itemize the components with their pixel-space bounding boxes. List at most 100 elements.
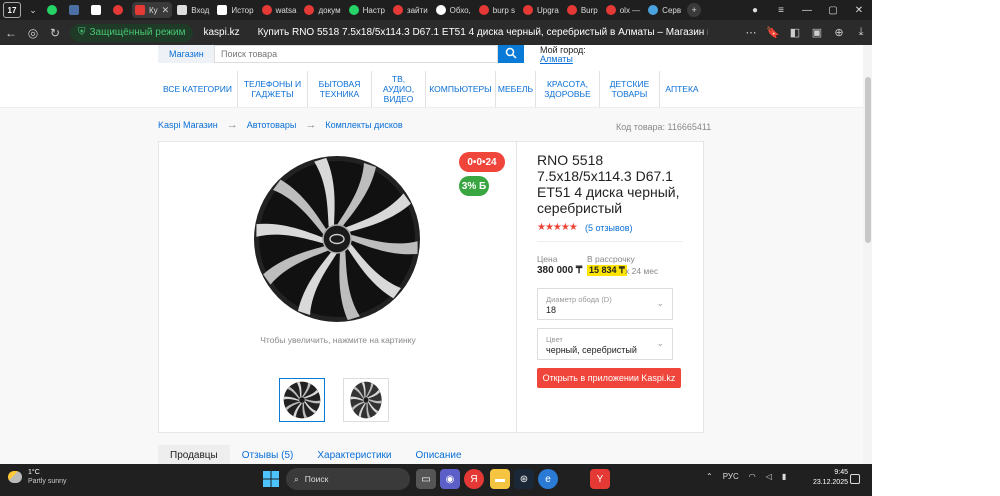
domain[interactable]: kaspi.kz <box>203 27 239 38</box>
search-button[interactable] <box>498 45 524 63</box>
tab-service[interactable]: Серв <box>645 2 684 18</box>
tab-settings[interactable]: Настр <box>346 2 388 18</box>
secure-mode-badge[interactable]: ⛨ Защищённый режим <box>70 23 194 42</box>
nav-phones[interactable]: ТЕЛЕФОНЫ И ГАДЖЕТЫ <box>238 71 308 107</box>
tab-bypass[interactable]: Обхо, <box>433 2 474 18</box>
nav-beauty[interactable]: КРАСОТА, ЗДОРОВЬЕ <box>536 71 600 107</box>
close-icon[interactable]: ✕ <box>162 5 170 16</box>
new-tab-plus-icon[interactable]: + <box>687 3 702 17</box>
wheel-image[interactable] <box>252 154 422 324</box>
steam-icon[interactable]: ⊛ <box>514 469 534 489</box>
tab-specifications[interactable]: Характеристики <box>305 445 403 464</box>
nav-tv-audio[interactable]: ТВ, АУДИО, ВИДЕО <box>372 71 426 107</box>
file-explorer-icon[interactable]: ▬ <box>490 469 510 489</box>
wifi-icon[interactable]: ◠ <box>749 472 756 481</box>
diameter-label: Диаметр обода (D) <box>546 295 612 304</box>
windows-start-icon[interactable] <box>263 471 279 487</box>
price-label: Цена <box>537 254 558 264</box>
clock[interactable]: 9:45 23.12.2025 <box>812 468 848 488</box>
breadcrumb-item[interactable]: Автотовары <box>247 120 297 130</box>
notification-icon[interactable] <box>850 474 860 484</box>
language-indicator[interactable]: РУС <box>723 472 739 481</box>
tab-label: Обхо, <box>449 5 471 15</box>
nav-appliances[interactable]: БЫТОВАЯ ТЕХНИКА <box>308 71 372 107</box>
tab-burp-s[interactable]: burp s <box>476 2 518 18</box>
nav-computers[interactable]: КОМПЬЮТЕРЫ <box>426 71 496 107</box>
tab-description[interactable]: Описание <box>404 445 474 464</box>
task-view-icon[interactable]: ▭ <box>416 469 436 489</box>
tab-watsa[interactable]: watsa <box>259 2 300 18</box>
scrollbar-thumb[interactable] <box>865 77 871 243</box>
tab-counter[interactable]: 17 <box>3 2 21 18</box>
page-title[interactable]: Купить RNO 5518 7.5x18/5x114.3 D67.1 ET5… <box>258 27 708 38</box>
breadcrumb-item[interactable]: Kaspi Магазин <box>158 120 218 130</box>
tab-yandex[interactable] <box>110 2 130 18</box>
minimize-icon[interactable]: — <box>794 5 820 16</box>
tab-upgrade[interactable]: Upgra <box>520 2 562 18</box>
generic-icon <box>648 5 659 15</box>
teams-icon[interactable]: ◉ <box>440 469 460 489</box>
tab-docum[interactable]: докум <box>301 2 343 18</box>
kaspi-page: Магазин Мой город: Алматы ВСЕ КАТЕГОРИИ … <box>0 45 872 464</box>
battery-icon[interactable]: ▮ <box>782 472 786 481</box>
wheel-angled-thumbnail-icon <box>350 381 382 419</box>
taskbar-search[interactable]: ⌕ Поиск <box>286 468 410 490</box>
tab-list-chevron-icon[interactable]: ⌄ <box>24 2 42 18</box>
edge-icon[interactable]: e <box>538 469 558 489</box>
menu-icon[interactable]: ≡ <box>768 5 794 16</box>
nav-furniture[interactable]: МЕБЕЛЬ <box>496 71 536 107</box>
city-selector[interactable]: Алматы <box>540 54 573 64</box>
nav-all-categories[interactable]: ВСЕ КАТЕГОРИИ <box>158 71 238 107</box>
download-icon[interactable]: ⤓ <box>850 26 872 39</box>
reload-icon[interactable]: ↻ <box>44 26 66 40</box>
tab-history[interactable]: Истор <box>214 2 256 18</box>
open-in-app-button[interactable]: Открыть в приложении Kaspi.kz <box>537 368 681 388</box>
chevron-down-icon: ⌄ <box>656 338 664 348</box>
tab-document[interactable] <box>88 2 108 18</box>
tab-reviews[interactable]: Отзывы (5) <box>230 445 306 464</box>
search-input[interactable] <box>214 45 498 63</box>
tab-whatsapp[interactable] <box>44 2 64 18</box>
tab-label: burp s <box>492 5 516 15</box>
tab-wallet[interactable] <box>66 2 86 18</box>
back-arrow-icon[interactable]: ← <box>0 26 22 40</box>
product-tabs: Продавцы Отзывы (5) Характеристики Описа… <box>158 445 704 464</box>
tab-gmail[interactable]: Вход <box>174 2 212 18</box>
diameter-select[interactable]: Диаметр обода (D) 18 ⌄ <box>537 288 673 320</box>
more-icon[interactable]: ⋯ <box>740 26 762 39</box>
tab-active-kaspi[interactable]: Ку ✕ <box>132 2 173 18</box>
nav-pharmacy[interactable]: АПТЕКА <box>660 71 704 107</box>
speaker-icon[interactable]: ◁ <box>766 472 772 481</box>
tab-login[interactable]: зайти <box>390 2 431 18</box>
breadcrumb-item[interactable]: Комплекты дисков <box>325 120 402 130</box>
tab-sellers[interactable]: Продавцы <box>158 445 230 464</box>
profile-avatar-icon[interactable]: ● <box>742 5 768 16</box>
translate-icon[interactable]: ⊕ <box>828 26 850 39</box>
temperature: 1°C <box>28 469 40 476</box>
store-label[interactable]: Магазин <box>158 45 214 63</box>
yandex-app-icon[interactable]: Y <box>590 469 610 489</box>
reader-icon[interactable]: ◧ <box>784 26 806 39</box>
tab-olx[interactable]: olx — <box>603 2 643 18</box>
chevron-up-icon[interactable]: ⌃ <box>706 472 713 481</box>
tab-burp[interactable]: Burp <box>564 2 601 18</box>
nav-kids[interactable]: ДЕТСКИЕ ТОВАРЫ <box>600 71 660 107</box>
scrollbar[interactable] <box>863 45 872 464</box>
rating-stars: ★★★★★ <box>537 222 578 233</box>
extensions-icon[interactable]: ▣ <box>806 26 828 39</box>
chevron-down-icon: ⌄ <box>656 298 664 308</box>
bookmark-icon[interactable]: 🔖 <box>762 26 784 39</box>
yandex-browser-icon[interactable]: Я <box>464 469 484 489</box>
document-icon <box>217 5 228 15</box>
color-select[interactable]: Цвет черный, серебристый ⌄ <box>537 328 673 360</box>
tab-label: watsa <box>275 5 297 15</box>
thumbnail-1[interactable] <box>279 378 325 422</box>
maximize-icon[interactable]: ▢ <box>820 5 846 16</box>
thumbnail-2[interactable] <box>343 378 389 422</box>
breadcrumb: Kaspi Магазин → Автотовары → Комплекты д… <box>158 119 403 131</box>
reviews-link[interactable]: (5 отзывов) <box>585 223 633 233</box>
close-window-icon[interactable]: ✕ <box>846 5 872 16</box>
yandex-home-icon[interactable]: ◎ <box>22 26 44 40</box>
yandex-icon <box>566 5 577 15</box>
weather-widget[interactable]: 1°C Partly sunny <box>8 468 67 486</box>
